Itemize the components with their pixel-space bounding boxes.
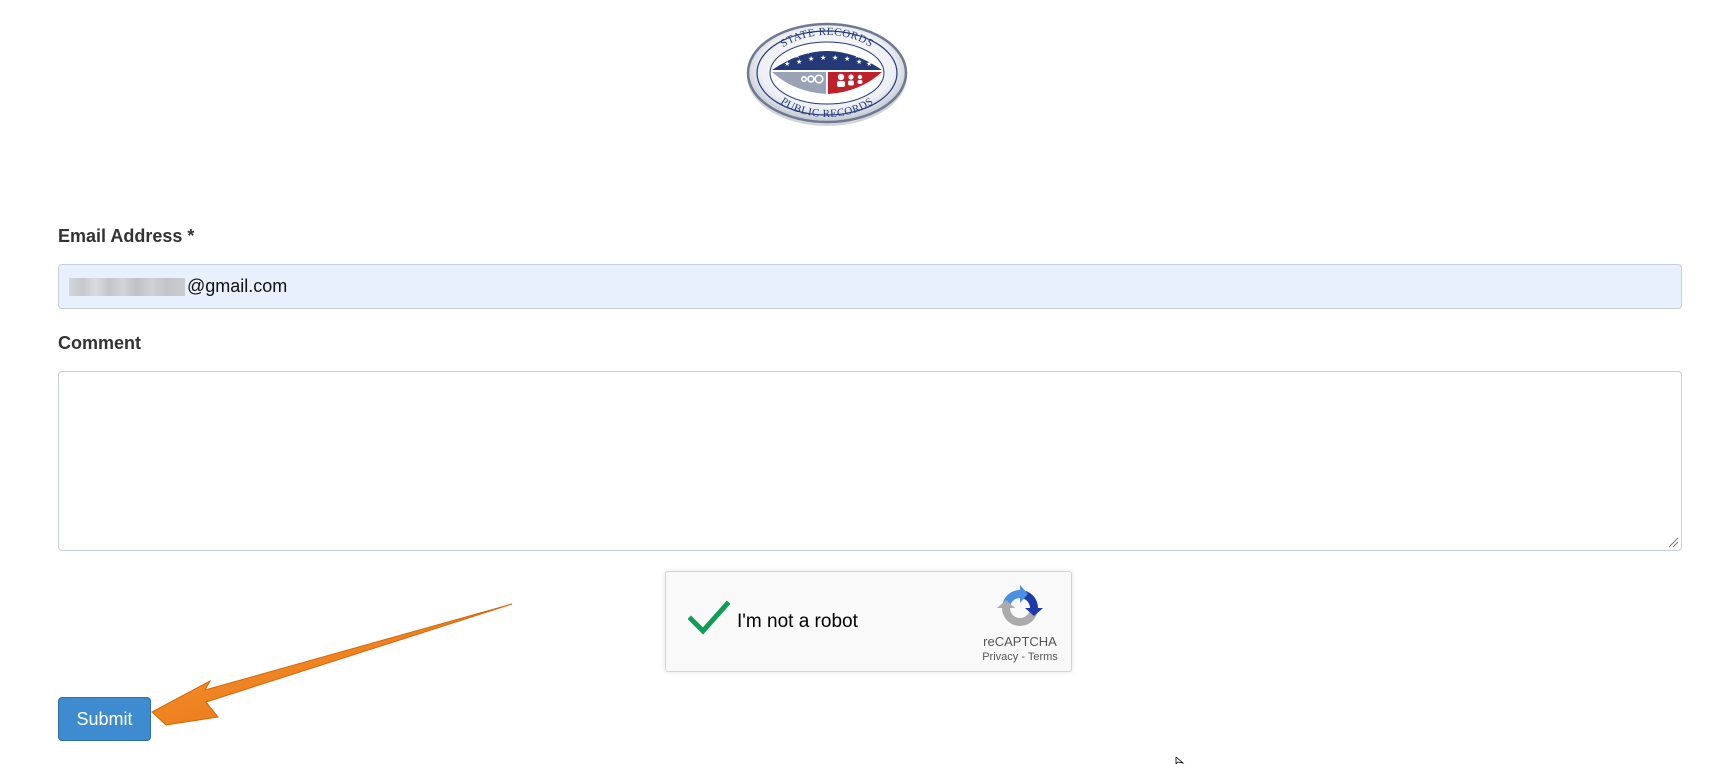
recaptcha-widget: I'm not a robot reCAPTCHA Privacy - Term… bbox=[665, 571, 1072, 672]
privacy-link[interactable]: Privacy bbox=[982, 651, 1018, 663]
recaptcha-brand: reCAPTCHA bbox=[983, 634, 1057, 649]
svg-text:★: ★ bbox=[834, 45, 840, 53]
svg-text:★: ★ bbox=[856, 58, 862, 66]
terms-link[interactable]: Terms bbox=[1028, 651, 1058, 663]
mouse-cursor-icon bbox=[1175, 757, 1185, 764]
submit-button[interactable]: Submit bbox=[58, 697, 151, 741]
links-separator: - bbox=[1018, 651, 1028, 663]
svg-text:★: ★ bbox=[824, 44, 830, 52]
email-field[interactable]: @gmail.com bbox=[58, 264, 1682, 309]
contact-form-page: STATE RECORDS PUBLIC RECORDS ★ ★ ★ ★ ★ ★ ★ ★ ★… bbox=[0, 0, 1735, 764]
resize-handle-icon[interactable] bbox=[1667, 536, 1679, 548]
checkmark-icon[interactable] bbox=[688, 600, 730, 636]
svg-text:★: ★ bbox=[784, 60, 790, 68]
state-records-logo: STATE RECORDS PUBLIC RECORDS ★ ★ ★ ★ ★ ★ ★★ ★… bbox=[746, 22, 908, 126]
comment-textarea[interactable] bbox=[58, 371, 1682, 551]
svg-text:★: ★ bbox=[832, 54, 838, 62]
svg-text:★: ★ bbox=[814, 45, 820, 53]
svg-text:★: ★ bbox=[796, 58, 802, 66]
svg-text:★: ★ bbox=[844, 55, 850, 63]
redacted-username bbox=[69, 277, 185, 296]
svg-text:★: ★ bbox=[808, 55, 814, 63]
comment-label: Comment bbox=[58, 333, 142, 353]
recaptcha-logo-icon bbox=[997, 585, 1043, 626]
email-value: @gmail.com bbox=[187, 276, 288, 296]
email-label: Email Address * bbox=[58, 226, 195, 246]
recaptcha-links: Privacy - Terms bbox=[966, 651, 1074, 663]
svg-text:★: ★ bbox=[820, 54, 826, 62]
recaptcha-label: I'm not a robot bbox=[737, 611, 858, 632]
svg-text:★: ★ bbox=[866, 60, 872, 68]
